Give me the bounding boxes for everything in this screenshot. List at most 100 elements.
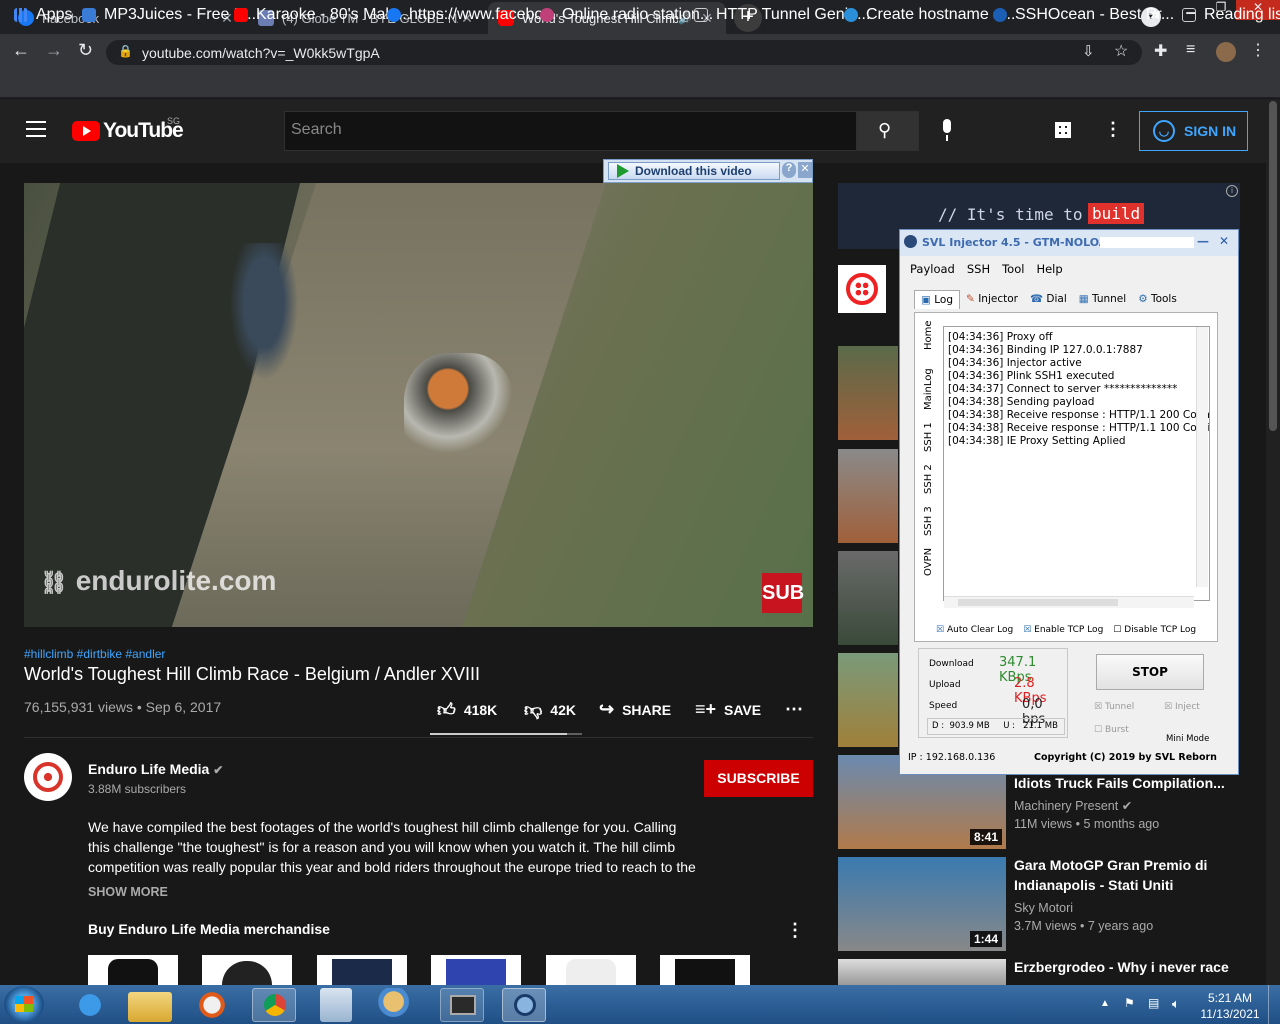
- menu-tool[interactable]: Tool: [1002, 262, 1024, 276]
- merch-item[interactable]: [660, 955, 750, 985]
- merch-item[interactable]: [88, 955, 178, 985]
- channel-name[interactable]: Enduro Life Media ✔: [88, 761, 223, 777]
- reload-icon[interactable]: ↻: [78, 40, 93, 61]
- vtab-ssh3[interactable]: SSH 3: [923, 506, 934, 536]
- reading-list-button[interactable]: Reading list: [1182, 6, 1280, 24]
- profile-avatar[interactable]: [1216, 42, 1236, 62]
- related-channel[interactable]: Sky Motori: [1014, 899, 1073, 917]
- hamburger-menu-icon[interactable]: [26, 121, 46, 137]
- bookmark-hostname[interactable]: Create hostname a...: [844, 6, 1015, 24]
- stop-button[interactable]: STOP: [1096, 654, 1204, 690]
- like-button[interactable]: 👍︎ 418K: [437, 699, 497, 721]
- notepad-icon[interactable]: [320, 988, 352, 1022]
- paint-icon[interactable]: [376, 988, 420, 1022]
- tab-tunnel[interactable]: ▦ Tunnel: [1073, 290, 1132, 308]
- svl-close-icon[interactable]: ✕: [1219, 234, 1229, 248]
- apps-grid-icon[interactable]: [1055, 122, 1071, 138]
- mini-mode-button[interactable]: Mini Mode: [1166, 734, 1209, 744]
- chrome-taskbar-button[interactable]: [252, 988, 296, 1022]
- svl-injector-taskbar-button[interactable]: [502, 988, 546, 1022]
- related-thumbnail[interactable]: [838, 959, 1006, 985]
- microphone-icon[interactable]: [938, 119, 956, 143]
- close-bar-icon[interactable]: ✕: [798, 162, 812, 178]
- vtab-home[interactable]: Home: [923, 320, 934, 350]
- related-thumbnail[interactable]: [838, 653, 898, 747]
- video-player[interactable]: ⛓ endurolite.com SUB: [24, 183, 813, 627]
- back-icon[interactable]: ←: [12, 40, 30, 61]
- bookmark-apps[interactable]: Apps: [14, 6, 72, 24]
- log-textarea[interactable]: [04:34:36] Proxy off [04:34:36] Binding …: [943, 326, 1210, 601]
- twilio-logo[interactable]: [838, 265, 886, 313]
- search-button[interactable]: ⚲: [857, 111, 919, 151]
- youtube-logo-icon[interactable]: [72, 121, 100, 141]
- inject-checkbox[interactable]: ☒ Inject: [1164, 702, 1200, 712]
- show-hidden-icons[interactable]: ▲: [1100, 998, 1110, 1009]
- vtab-ssh2[interactable]: SSH 2: [923, 464, 934, 494]
- auto-clear-log-checkbox[interactable]: ☒ Auto Clear Log: [936, 625, 1013, 635]
- channel-avatar[interactable]: [24, 753, 72, 801]
- vtab-ovpn[interactable]: OVPN: [923, 548, 934, 576]
- more-actions-icon[interactable]: ⋯: [785, 699, 803, 720]
- show-desktop-button[interactable]: [1268, 985, 1280, 1024]
- clock[interactable]: 5:21 AM 11/13/2021: [1198, 990, 1262, 1022]
- svl-injector-window[interactable]: SVL Injector 4.5 - GTM-NOLOAD- — ✕ Paylo…: [899, 229, 1239, 775]
- bookmark-facebook[interactable]: https://www.facebo...: [387, 6, 557, 24]
- media-control-icon[interactable]: ≡: [1186, 41, 1195, 59]
- address-bar[interactable]: 🔒 youtube.com/watch?v=_W0kk5wTgpA: [106, 40, 1142, 65]
- settings-menu-icon[interactable]: ⋮: [1104, 119, 1122, 140]
- install-app-icon[interactable]: ⇩: [1082, 42, 1095, 60]
- dislike-button[interactable]: 👎︎ 42K: [524, 699, 576, 721]
- screenshot-tool-button[interactable]: [440, 988, 484, 1022]
- more-bookmarks-button[interactable]: »: [1150, 6, 1159, 24]
- scrollbar[interactable]: [1266, 99, 1280, 985]
- related-thumbnail[interactable]: [838, 551, 898, 645]
- internet-explorer-icon[interactable]: [68, 988, 112, 1022]
- svl-minimize-icon[interactable]: —: [1197, 234, 1209, 248]
- menu-ssh[interactable]: SSH: [967, 262, 990, 276]
- log-horizontal-scrollbar[interactable]: [944, 596, 1194, 608]
- share-button[interactable]: ↪ SHARE: [599, 699, 671, 720]
- related-title[interactable]: Gara MotoGP Gran Premio di: [1014, 855, 1207, 875]
- media-player-icon[interactable]: [190, 988, 234, 1022]
- bookmark-sshocean[interactable]: SSHOcean - Best Pr...: [993, 6, 1174, 24]
- save-button[interactable]: ≡+ SAVE: [695, 699, 761, 720]
- file-explorer-icon[interactable]: [128, 992, 172, 1022]
- merch-item[interactable]: [546, 955, 636, 985]
- menu-help[interactable]: Help: [1036, 262, 1062, 276]
- burst-checkbox[interactable]: ☐ Burst: [1094, 725, 1129, 735]
- start-button[interactable]: [4, 986, 44, 1022]
- related-thumbnail[interactable]: [838, 346, 898, 440]
- extensions-icon[interactable]: ✚: [1154, 41, 1167, 61]
- subscribe-badge[interactable]: SUB: [762, 573, 804, 613]
- merch-menu-icon[interactable]: ⋮: [786, 920, 804, 941]
- sign-in-button[interactable]: ◡ SIGN IN: [1139, 111, 1248, 151]
- bookmark-karaoke[interactable]: Karaoke - 80's Male...: [234, 6, 411, 24]
- bookmark-radio[interactable]: Online radio station...: [540, 6, 713, 24]
- volume-icon[interactable]: 🔈︎: [1172, 996, 1180, 1012]
- tab-tools[interactable]: ⚙ Tools: [1132, 290, 1183, 308]
- hashtags[interactable]: #hillclimb #dirtbike #andler: [24, 647, 165, 661]
- merch-item[interactable]: [431, 955, 521, 985]
- help-icon[interactable]: ?: [782, 162, 796, 178]
- browser-menu-icon[interactable]: ⋮: [1250, 40, 1266, 60]
- disable-tcp-log-checkbox[interactable]: ☐ Disable TCP Log: [1113, 625, 1196, 635]
- bookmark-star-icon[interactable]: ☆: [1114, 41, 1128, 61]
- tab-dial[interactable]: ☎ Dial: [1024, 290, 1073, 308]
- tab-log[interactable]: ▣ Log: [914, 289, 961, 309]
- related-title[interactable]: Idiots Truck Fails Compilation...: [1014, 773, 1225, 793]
- forward-icon[interactable]: →: [45, 40, 63, 61]
- tunnel-checkbox[interactable]: ☒ Tunnel: [1094, 702, 1134, 712]
- related-title[interactable]: Indianapolis - Stati Uniti: [1014, 875, 1173, 895]
- related-thumbnail[interactable]: 1:44: [838, 857, 1006, 951]
- vtab-ssh1[interactable]: SSH 1: [923, 422, 934, 452]
- search-input[interactable]: Search: [284, 111, 857, 151]
- show-more-button[interactable]: SHOW MORE: [88, 885, 168, 899]
- log-vertical-scrollbar[interactable]: [1196, 327, 1208, 587]
- merch-item[interactable]: [317, 955, 407, 985]
- action-center-flag-icon[interactable]: ⚑: [1124, 996, 1135, 1010]
- related-channel[interactable]: Machinery Present ✔: [1014, 797, 1132, 815]
- related-title[interactable]: Erzbergrodeo - Why i never race: [1014, 957, 1229, 977]
- download-video-button[interactable]: Download this video: [608, 162, 780, 180]
- network-icon[interactable]: ▤: [1148, 996, 1159, 1010]
- merch-item[interactable]: [202, 955, 292, 985]
